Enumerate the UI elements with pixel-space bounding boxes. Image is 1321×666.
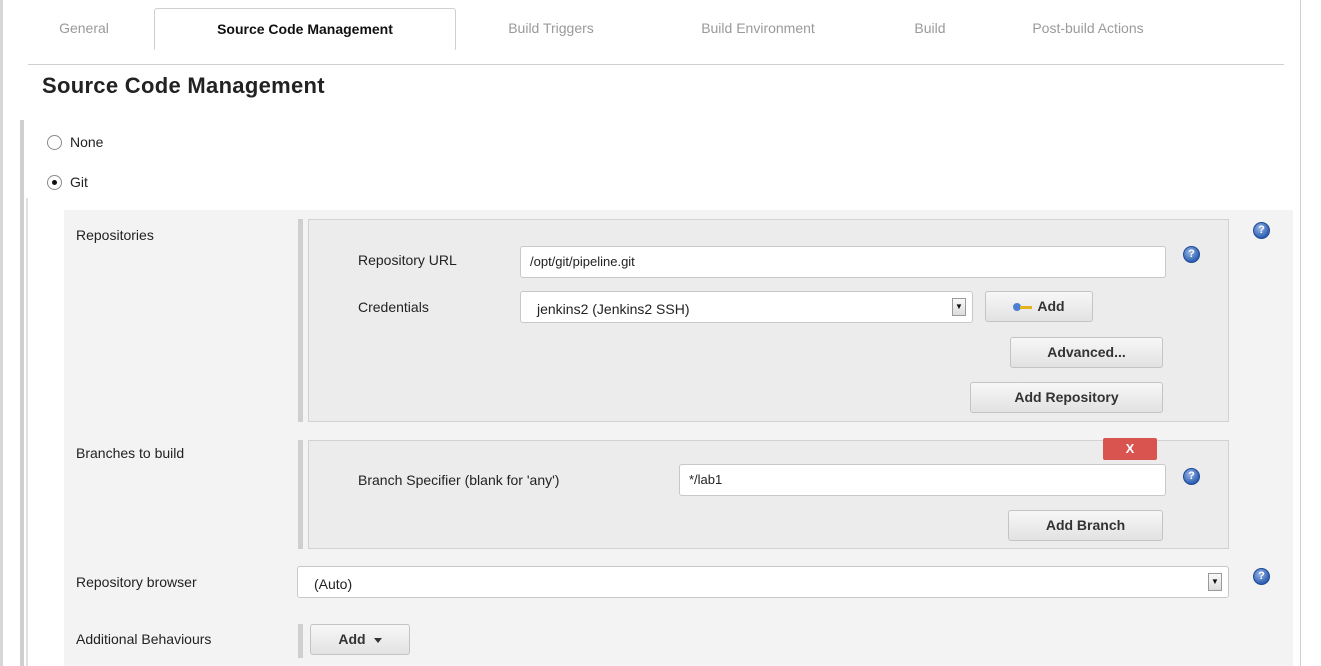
chevron-down-icon[interactable]: ▼ [1208, 573, 1222, 591]
radio-git[interactable] [47, 174, 62, 190]
credentials-label: Credentials [358, 299, 429, 315]
credentials-select[interactable]: jenkins2 (Jenkins2 SSH) ▼ [520, 291, 973, 323]
add-branch-button[interactable]: Add Branch [1008, 510, 1163, 541]
add-behaviour-label: Add [338, 631, 366, 647]
tab-post-build-actions[interactable]: Post-build Actions [998, 8, 1178, 48]
git-rail [26, 198, 28, 666]
radio-git-label: Git [70, 174, 88, 190]
tab-build[interactable]: Build [890, 8, 970, 48]
scm-option-git[interactable]: Git [47, 172, 88, 192]
branch-specifier-label: Branch Specifier (blank for 'any') [358, 472, 560, 488]
tab-bar: General Source Code Management Build Tri… [28, 8, 1284, 65]
radio-none-label: None [70, 134, 104, 150]
credentials-value: jenkins2 (Jenkins2 SSH) [537, 301, 690, 317]
branches-label: Branches to build [76, 445, 185, 461]
repositories-bar [298, 219, 303, 422]
additional-behaviours-label: Additional Behaviours [76, 631, 212, 647]
tab-build-environment[interactable]: Build Environment [658, 8, 858, 48]
help-icon[interactable]: ? [1253, 568, 1270, 585]
repository-url-input[interactable]: /opt/git/pipeline.git [520, 246, 1166, 278]
repositories-label: Repositories [76, 227, 154, 243]
chevron-down-icon [373, 637, 382, 643]
advanced-button[interactable]: Advanced... [1010, 337, 1163, 368]
additional-behaviours-bar [298, 624, 303, 658]
scm-option-none[interactable]: None [47, 132, 103, 152]
outer-rail [0, 0, 3, 666]
tab-source-code-management[interactable]: Source Code Management [154, 8, 456, 50]
repository-browser-label: Repository browser [76, 574, 197, 590]
repository-url-label: Repository URL [358, 252, 457, 268]
add-credentials-button[interactable]: Add [985, 291, 1093, 322]
help-icon[interactable]: ? [1253, 222, 1270, 239]
section-title: Source Code Management [42, 73, 325, 98]
repository-browser-select[interactable]: (Auto) ▼ [297, 566, 1229, 598]
help-icon[interactable]: ? [1183, 468, 1200, 485]
radio-none[interactable] [47, 134, 62, 150]
help-icon[interactable]: ? [1183, 246, 1200, 263]
delete-branch-button[interactable]: X [1103, 438, 1157, 460]
branches-bar [298, 440, 303, 549]
add-repository-button[interactable]: Add Repository [970, 382, 1163, 413]
tab-build-triggers[interactable]: Build Triggers [476, 8, 626, 48]
branch-specifier-input[interactable]: */lab1 [679, 464, 1166, 496]
section-rail [20, 120, 24, 666]
key-icon [1013, 302, 1033, 312]
tab-general[interactable]: General [32, 8, 136, 48]
chevron-down-icon[interactable]: ▼ [952, 298, 966, 316]
add-behaviour-button[interactable]: Add [310, 624, 410, 655]
repository-browser-value: (Auto) [314, 576, 353, 592]
add-credentials-label: Add [1037, 298, 1065, 314]
